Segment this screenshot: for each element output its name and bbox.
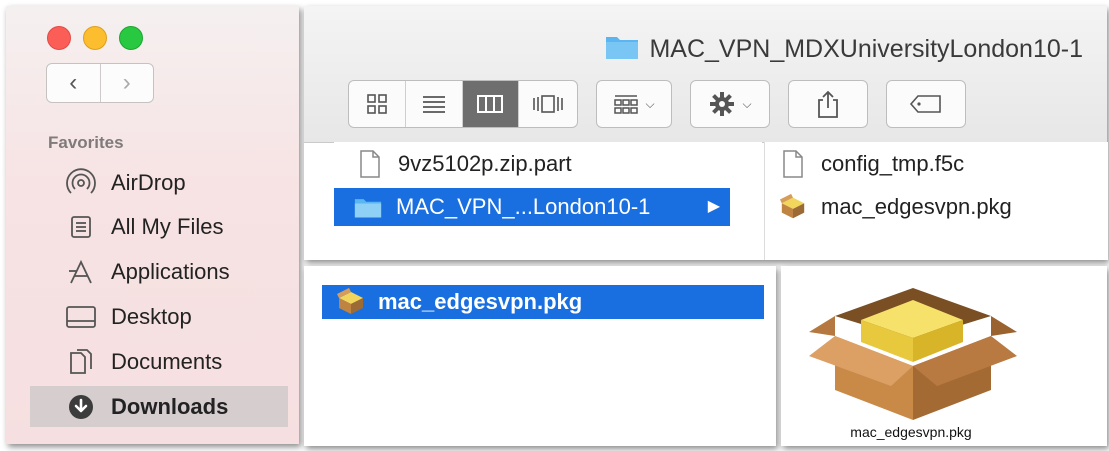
tags-button[interactable]: [886, 80, 966, 128]
close-window-button[interactable]: [47, 26, 71, 50]
arrange-menu-button[interactable]: ⌵: [596, 80, 672, 128]
finder-sidebar: ‹ › Favorites AirDrop All My Files Appli…: [6, 6, 299, 444]
file-row[interactable]: 9vz5102p.zip.part: [334, 145, 730, 183]
chevron-right-icon: ›: [122, 69, 131, 96]
folder-name: MAC_VPN_...London10-1: [396, 194, 651, 219]
column-view-button[interactable]: [461, 81, 519, 127]
desktop-icon: [63, 302, 99, 332]
file-name: mac_edgesvpn.pkg: [821, 194, 1012, 219]
chevron-left-icon: ‹: [69, 69, 78, 96]
sidebar-item-applications[interactable]: Applications: [30, 251, 288, 292]
icon-view-button[interactable]: [349, 81, 405, 127]
folder-icon: [354, 191, 382, 223]
view-mode-group: [348, 80, 578, 128]
list-view-button[interactable]: [404, 81, 462, 127]
navigation-buttons: ‹ ›: [46, 63, 154, 103]
gear-icon: [710, 92, 735, 116]
sidebar-item-label: All My Files: [111, 213, 224, 239]
chevron-down-icon: ⌵: [645, 96, 655, 111]
forward-button[interactable]: ›: [99, 64, 154, 102]
file-icon: [779, 148, 807, 180]
tag-icon: [909, 95, 941, 113]
sidebar-item-label: Desktop: [111, 303, 192, 329]
share-button[interactable]: [788, 80, 868, 128]
second-column: config_tmp.f5c mac_edgesvpn.pkg: [764, 142, 1108, 260]
zoom-window-button[interactable]: [119, 26, 143, 50]
file-row[interactable]: mac_edgesvpn.pkg: [779, 188, 1099, 226]
window-title-text: MAC_VPN_MDXUniversityLondon10-1: [649, 35, 1083, 63]
arrange-icon: [614, 95, 639, 114]
share-icon: [818, 90, 838, 118]
window-titlebar: MAC_VPN_MDXUniversityLondon10-1 ⌵ ⌵: [304, 6, 1107, 143]
finder-window: MAC_VPN_MDXUniversityLondon10-1 ⌵ ⌵ 9vz5…: [304, 6, 1108, 260]
folder-icon: [605, 32, 639, 67]
selected-file-name: mac_edgesvpn.pkg: [378, 289, 583, 314]
cover-flow-icon: [533, 95, 563, 113]
package-icon: [336, 287, 366, 317]
sidebar-item-downloads[interactable]: Downloads: [30, 386, 288, 427]
selected-file-panel: mac_edgesvpn.pkg: [304, 266, 776, 446]
file-name: 9vz5102p.zip.part: [398, 151, 572, 176]
file-row[interactable]: config_tmp.f5c: [779, 145, 1099, 183]
documents-icon: [63, 347, 99, 377]
sidebar-item-label: Downloads: [111, 393, 229, 419]
sidebar-item-documents[interactable]: Documents: [30, 341, 288, 382]
action-menu-button[interactable]: ⌵: [690, 80, 770, 128]
package-preview-panel: mac_edgesvpn.pkg: [781, 266, 1107, 446]
disclosure-arrow-icon: ▶: [707, 198, 720, 215]
package-large-icon[interactable]: [795, 276, 1031, 422]
folder-row-selected[interactable]: MAC_VPN_...London10-1 ▶: [334, 188, 730, 226]
cover-flow-view-button[interactable]: [518, 81, 577, 127]
sidebar-item-desktop[interactable]: Desktop: [30, 296, 288, 337]
favorites-header: Favorites: [48, 133, 124, 152]
all-files-icon: [63, 212, 99, 242]
sidebar-item-label: Applications: [111, 258, 230, 284]
list-view-icon: [422, 96, 445, 113]
airdrop-icon: [63, 167, 99, 198]
first-column: 9vz5102p.zip.part MAC_VPN_...London10-1 …: [334, 142, 762, 260]
sidebar-item-label: AirDrop: [111, 169, 186, 195]
sidebar-item-airdrop[interactable]: AirDrop: [30, 162, 288, 203]
back-button[interactable]: ‹: [47, 64, 100, 102]
chevron-down-icon: ⌵: [742, 96, 752, 111]
package-icon: [779, 191, 807, 223]
icon-view-icon: [367, 94, 387, 114]
downloads-icon: [63, 392, 99, 422]
file-name: config_tmp.f5c: [821, 151, 965, 176]
selected-file-row[interactable]: mac_edgesvpn.pkg: [322, 285, 764, 319]
column-view-icon: [477, 95, 504, 113]
preview-caption: mac_edgesvpn.pkg: [850, 424, 972, 440]
window-title: MAC_VPN_MDXUniversityLondon10-1: [605, 32, 1083, 67]
sidebar-item-label: Documents: [111, 348, 223, 374]
applications-icon: [63, 257, 99, 287]
minimize-window-button[interactable]: [83, 26, 107, 50]
file-icon: [356, 148, 384, 180]
sidebar-item-all-my-files[interactable]: All My Files: [30, 206, 288, 247]
